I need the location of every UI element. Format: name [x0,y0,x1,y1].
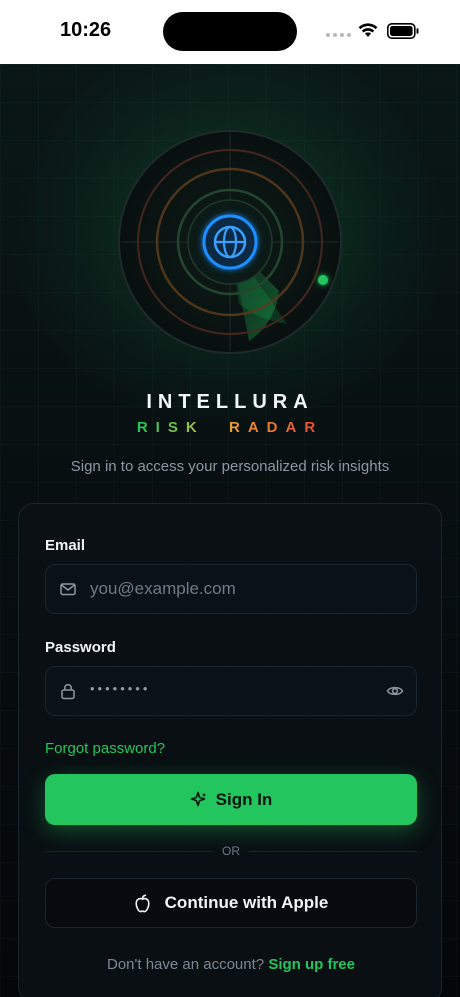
lock-icon [61,683,75,700]
radar-blip [318,275,328,285]
signal-icon [326,33,351,37]
mail-icon [60,583,76,596]
eye-icon[interactable] [386,682,404,700]
radar-logo [117,129,343,355]
brand-subtitle-radar: RADAR [229,419,324,436]
apple-icon [135,894,150,912]
dynamic-island [163,12,297,51]
apple-button-label: Continue with Apple [164,893,329,912]
password-label: Password [45,639,116,656]
divider-right [249,851,417,852]
wifi-icon [358,23,378,37]
continue-with-apple-button[interactable]: Continue with Apple [45,878,417,928]
brand-title: INTELLURA [146,391,314,413]
brand-subtitle-risk: RISK [136,419,205,436]
sign-in-label: Sign In [215,789,273,809]
sign-in-button[interactable]: Sign In [45,774,417,825]
sparkle-icon [190,791,207,806]
battery-icon [387,23,419,39]
tagline: Sign in to access your personalized risk… [70,458,390,475]
signup-row: Don't have an account? Sign up free [19,956,443,973]
status-time: 10:26 [60,19,112,41]
status-bar: 10:26 [0,0,460,64]
password-value: •••••••• [90,681,151,696]
login-screen: INTELLURA RISK RADAR Sign in to access y… [0,64,460,997]
email-label: Email [45,537,86,554]
brand-subtitle: RISK RADAR [0,419,460,436]
globe-icon [202,214,258,270]
signup-prompt: Don't have an account? [106,956,265,973]
sign-up-link[interactable]: Sign up free [268,956,355,973]
login-card: Email Password •••••••• Forgot password? [18,503,442,997]
forgot-password-link[interactable]: Forgot password? [45,740,165,757]
email-field[interactable] [90,565,380,613]
password-field[interactable]: •••••••• [45,666,417,716]
email-field-container[interactable] [45,564,417,614]
